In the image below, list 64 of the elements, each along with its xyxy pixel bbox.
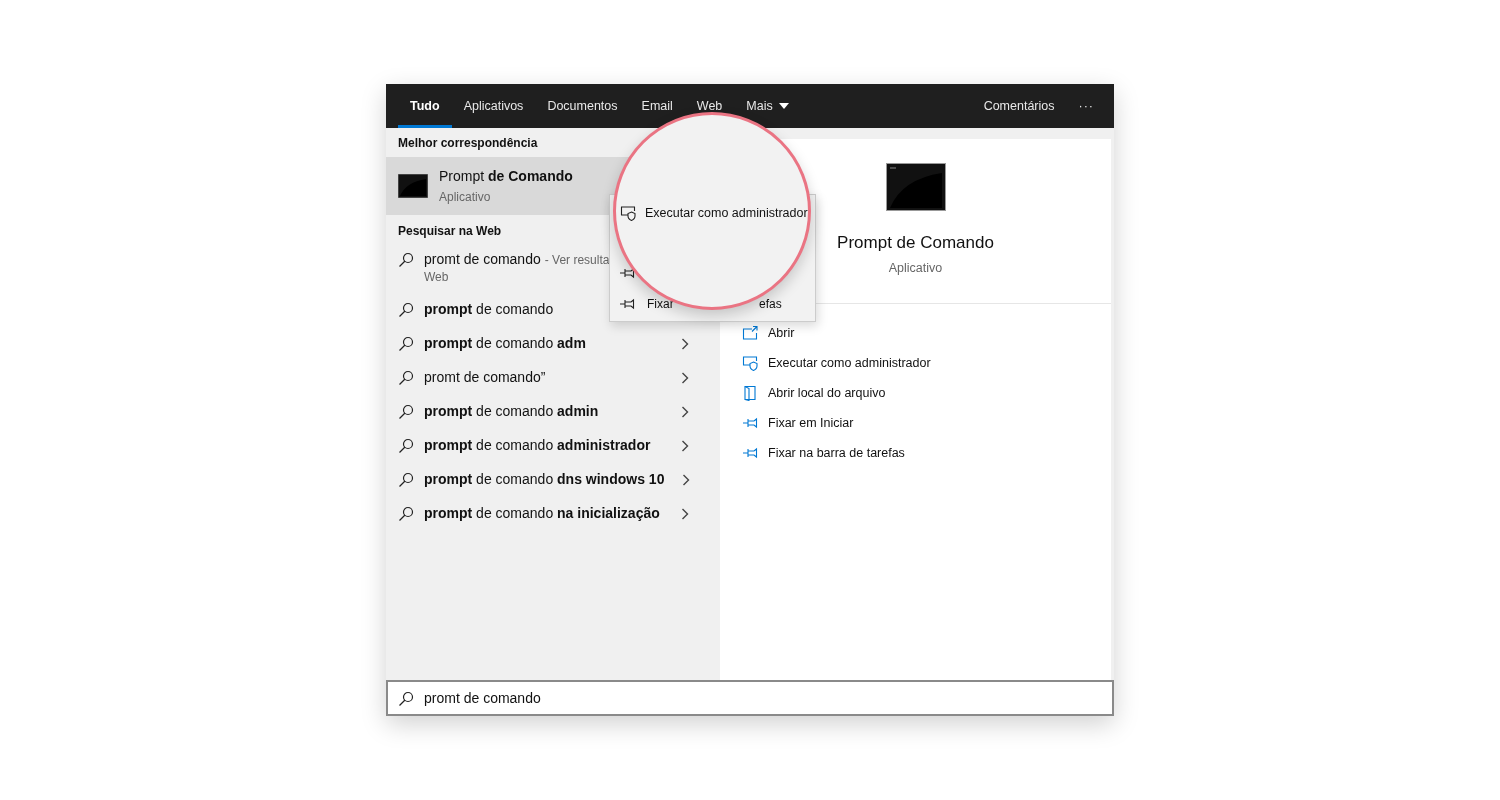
suggestion-text: promt de comando” [424, 369, 546, 385]
shield-window-icon [742, 355, 758, 371]
action-item[interactable]: Executar como administrador [742, 348, 1089, 378]
tab[interactable]: Email [629, 97, 685, 115]
tab[interactable]: Tudo [398, 84, 452, 128]
caret-icon [778, 103, 789, 109]
tab[interactable]: Mais [734, 97, 801, 115]
action-item[interactable]: Abrir [742, 318, 1089, 348]
search-icon [398, 472, 414, 488]
tab[interactable]: Aplicativos [451, 97, 536, 115]
shield-window-icon [619, 205, 637, 221]
search-field[interactable]: promt de comando [386, 680, 1114, 716]
suggestion-text: prompt de comando na inicialização [424, 505, 660, 521]
tab[interactable]: Web [684, 97, 735, 115]
chevron-right-icon[interactable] [681, 405, 689, 418]
app-title: Prompt de Comando [837, 233, 994, 253]
menu-item-text[interactable]: Fixar [647, 297, 674, 311]
section-heading: Pesquisar na Web [397, 223, 503, 240]
pin-icon [742, 445, 758, 461]
search-icon [398, 252, 414, 268]
search-icon [398, 691, 414, 707]
chevron-right-icon[interactable] [682, 473, 691, 486]
section-heading: Melhor correspondência [397, 136, 539, 152]
action-item[interactable]: Abrir local do arquivo [742, 378, 1089, 408]
suggestion-text: prompt de comando [424, 301, 554, 317]
action-item[interactable]: Fixar em Iniciar [742, 408, 1089, 438]
suggestion-hint: - Ver resulta [544, 253, 610, 267]
search-suggestion[interactable]: prompt de comando admin [386, 395, 709, 429]
search-suggestion[interactable]: promt de comando - Ver resulta Web [386, 243, 709, 293]
more-button[interactable]: ··· [1066, 97, 1106, 115]
search-suggestion[interactable]: prompt de comando administrador [386, 429, 709, 463]
terminal-icon [885, 163, 946, 211]
suggestion-text: prompt de comando admin [424, 403, 599, 419]
chevron-right-icon[interactable] [681, 337, 689, 350]
suggestion-text: prompt de comando dns windows 10 [424, 471, 665, 487]
suggestion-hint: Web [424, 270, 449, 284]
search-suggestion[interactable]: prompt de comando dns windows 10 [386, 463, 709, 497]
search-icon [398, 370, 414, 386]
search-icon [398, 336, 414, 352]
action-item[interactable]: Fixar na barra de tarefas [742, 438, 1089, 468]
app-type: Aplicativo [888, 261, 943, 275]
feedback-link[interactable]: Comentários [971, 97, 1067, 115]
chevron-right-icon[interactable] [681, 507, 689, 520]
pin-icon [619, 296, 635, 312]
chevron-right-icon[interactable] [681, 371, 689, 384]
search-icon [398, 404, 414, 420]
terminal-icon [398, 174, 428, 198]
suggestion-text: prompt de comando administrador [424, 437, 651, 453]
search-suggestion[interactable]: prompt de comando na inicialização [386, 497, 709, 531]
app-title: Prompt de Comando [439, 168, 573, 184]
chevron-right-icon[interactable] [681, 439, 689, 452]
menu-item-text[interactable]: efas [759, 297, 782, 311]
search-icon [398, 302, 414, 318]
search-suggestion[interactable]: prompt de comando adm [386, 327, 709, 361]
folder-icon [742, 385, 758, 401]
app-type: Aplicativo [439, 190, 492, 204]
suggestion-text: promt de comando [424, 251, 541, 267]
search-suggestion[interactable]: promt de comando” [386, 361, 709, 395]
suggestion-text: prompt de comando adm [424, 335, 586, 351]
pin-icon [742, 415, 758, 431]
tab[interactable]: Documentos [535, 97, 630, 115]
search-icon [398, 438, 414, 454]
search-icon [398, 506, 414, 522]
open-window-icon [742, 325, 758, 341]
